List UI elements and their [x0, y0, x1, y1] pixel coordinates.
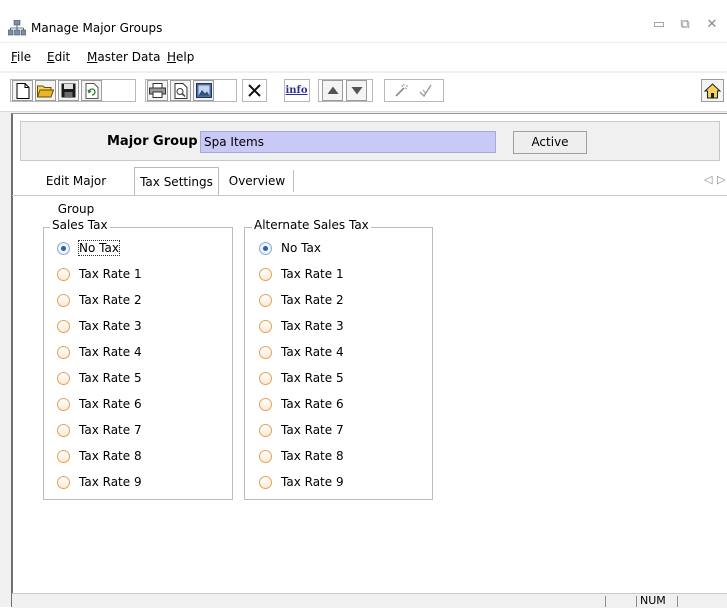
save-button[interactable] [58, 80, 79, 101]
menu-file[interactable]: File [11, 50, 31, 64]
alternate-sales-tax-option-label: Tax Rate 7 [281, 423, 344, 437]
info-button[interactable]: info [285, 80, 308, 101]
radio-button-icon[interactable] [259, 424, 272, 437]
radio-button-icon[interactable] [57, 476, 70, 489]
radio-button-icon[interactable] [259, 320, 272, 333]
major-group-field[interactable]: Spa Items [200, 131, 496, 153]
sales-tax-title: Sales Tax [50, 218, 110, 232]
alternate-sales-tax-option-label: Tax Rate 8 [281, 449, 344, 463]
radio-button-icon[interactable] [57, 372, 70, 385]
status-bar-divider [636, 596, 637, 607]
print-preview-button[interactable] [170, 80, 191, 101]
window-title: Manage Major Groups [31, 21, 163, 35]
check-icon [419, 84, 432, 98]
tab-edit-major-group[interactable]: Edit Major Group [26, 167, 126, 216]
sales-tax-option-label: Tax Rate 3 [79, 319, 142, 333]
radio-button-icon[interactable] [57, 424, 70, 437]
radio-button-icon[interactable] [57, 242, 70, 255]
print-icon [149, 83, 166, 98]
alternate-sales-tax-option-label: Tax Rate 4 [281, 345, 344, 359]
tab-strip-line [12, 195, 727, 196]
alternate-sales-tax-option-label: No Tax [281, 241, 321, 255]
tab-scroll-right-icon[interactable]: ▷ [717, 173, 725, 186]
open-button[interactable] [35, 80, 56, 101]
close-icon[interactable]: ✕ [703, 17, 721, 32]
status-bar [12, 593, 727, 608]
radio-button-icon[interactable] [259, 268, 272, 281]
radio-button-icon[interactable] [57, 346, 70, 359]
sales-tax-option-label: Tax Rate 1 [79, 267, 142, 281]
menu-master-data[interactable]: Master Data [87, 50, 160, 64]
alternate-sales-tax-title: Alternate Sales Tax [252, 218, 371, 232]
delete-button[interactable] [244, 80, 265, 101]
alternate-sales-tax-option-label: Tax Rate 5 [281, 371, 344, 385]
alternate-sales-tax-option-label: Tax Rate 3 [281, 319, 344, 333]
status-button[interactable]: Active [513, 131, 587, 154]
radio-button-icon[interactable] [57, 320, 70, 333]
radio-button-icon[interactable] [259, 476, 272, 489]
alternate-sales-tax-option-label: Tax Rate 2 [281, 293, 344, 307]
radio-button-icon[interactable] [259, 450, 272, 463]
print-preview-icon [174, 82, 187, 99]
sales-tax-option-label: Tax Rate 5 [79, 371, 142, 385]
home-button[interactable] [701, 79, 724, 102]
num-lock-indicator: NUM [640, 594, 666, 607]
delete-icon [248, 84, 261, 97]
radio-button-icon[interactable] [259, 398, 272, 411]
wand-icon [395, 84, 408, 97]
status-bar-divider [677, 596, 678, 607]
image-icon [195, 83, 212, 98]
sales-tax-option-label: Tax Rate 4 [79, 345, 142, 359]
refresh-icon [85, 82, 98, 99]
print-button[interactable] [147, 80, 168, 101]
refresh-button[interactable] [81, 80, 102, 101]
sales-tax-option-label: Tax Rate 8 [79, 449, 142, 463]
alternate-sales-tax-option-label: Tax Rate 1 [281, 267, 344, 281]
menu-help[interactable]: Help [167, 50, 194, 64]
radio-button-icon[interactable] [57, 450, 70, 463]
tab-overview[interactable]: Overview [224, 167, 290, 195]
save-icon [61, 83, 76, 98]
radio-button-icon[interactable] [57, 294, 70, 307]
move-down-button[interactable] [346, 80, 367, 101]
radio-button-icon[interactable] [259, 242, 272, 255]
check-button[interactable] [415, 80, 436, 101]
tab-divider [293, 170, 294, 192]
wand-button[interactable] [390, 80, 411, 101]
menu-edit[interactable]: Edit [47, 50, 70, 64]
new-document-icon [16, 82, 29, 99]
info-icon: info [285, 85, 308, 96]
app-icon [8, 20, 26, 36]
move-down-icon [351, 87, 362, 95]
sales-tax-option-label: No Tax [78, 240, 120, 256]
radio-button-icon[interactable] [259, 346, 272, 359]
title-bar: Manage Major Groups ▭ ⧉ ✕ [0, 0, 727, 42]
radio-button-icon[interactable] [259, 294, 272, 307]
sales-tax-option-label: Tax Rate 6 [79, 397, 142, 411]
sales-tax-option-label: Tax Rate 2 [79, 293, 142, 307]
tab-tax-settings[interactable]: Tax Settings [134, 167, 219, 195]
status-bar-divider [605, 596, 606, 607]
open-folder-icon [37, 85, 54, 97]
new-button[interactable] [12, 80, 33, 101]
move-up-button[interactable] [322, 80, 343, 101]
radio-button-icon[interactable] [57, 268, 70, 281]
sales-tax-option-label: Tax Rate 9 [79, 475, 142, 489]
home-icon [704, 82, 721, 98]
alternate-sales-tax-option-label: Tax Rate 6 [281, 397, 344, 411]
minimize-icon[interactable]: ▭ [650, 17, 668, 32]
tab-scroll-left-icon[interactable]: ◁ [704, 173, 712, 186]
alternate-sales-tax-option-label: Tax Rate 9 [281, 475, 344, 489]
radio-button-icon[interactable] [259, 372, 272, 385]
major-group-label: Major Group [107, 134, 198, 149]
image-button[interactable] [193, 80, 214, 101]
restore-icon[interactable]: ⧉ [676, 17, 694, 32]
radio-button-icon[interactable] [57, 398, 70, 411]
manage-major-groups-window: Manage Major Groups ▭ ⧉ ✕ File Edit Mast… [0, 0, 727, 608]
sales-tax-option-label: Tax Rate 7 [79, 423, 142, 437]
move-up-icon [327, 86, 338, 94]
